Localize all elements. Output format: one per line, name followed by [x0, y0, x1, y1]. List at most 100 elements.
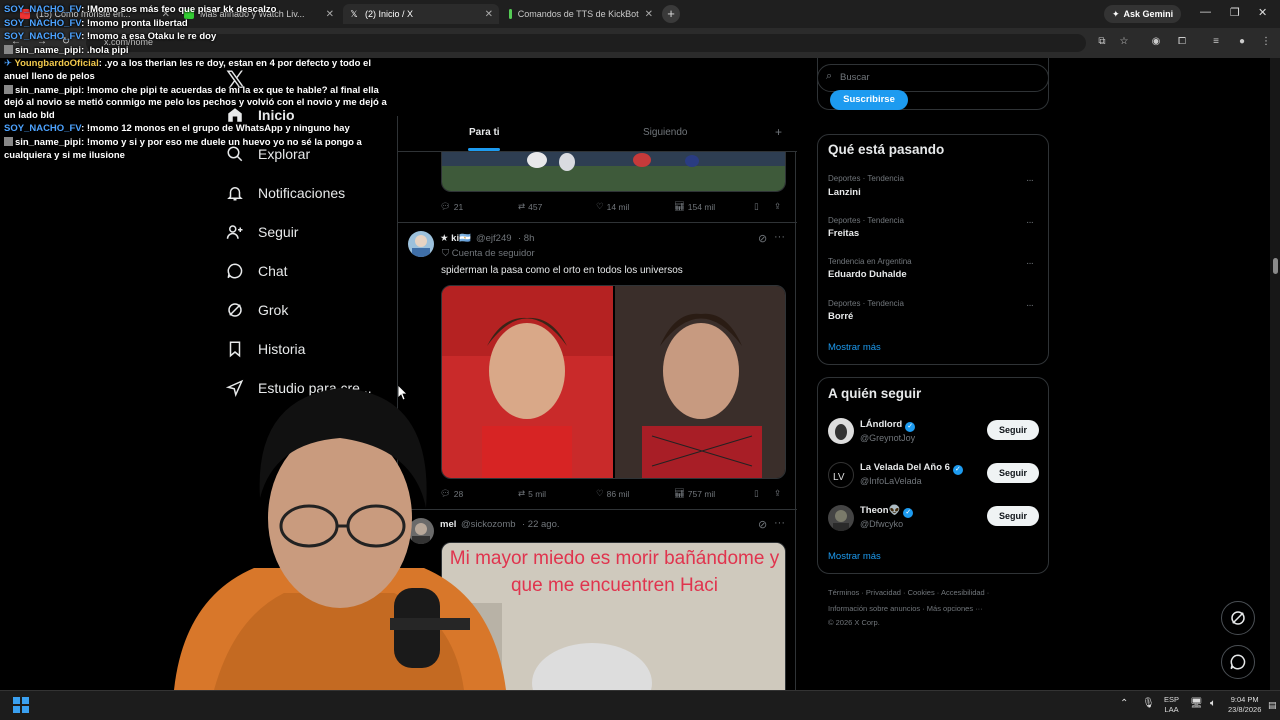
chat-message: SOY_NACHO_FV: !momo 12 monos en el grupo…: [4, 123, 350, 135]
avatar[interactable]: [828, 418, 854, 444]
trend-category: Deportes · Tendencia: [828, 299, 904, 308]
more-options-icon[interactable]: ···: [1026, 258, 1034, 269]
nav-seguir[interactable]: Seguir: [226, 219, 298, 245]
more-options-icon[interactable]: ···: [774, 231, 785, 243]
nav-historia[interactable]: Historia: [226, 336, 305, 362]
chat-fab-button[interactable]: [1221, 645, 1255, 679]
verified-badge-icon: ✓: [952, 465, 963, 475]
trend-item[interactable]: Freitas: [828, 228, 859, 239]
close-tab-icon[interactable]: ✕: [645, 9, 653, 20]
avatar[interactable]: LV: [828, 462, 854, 488]
subscribe-button[interactable]: Suscribirse: [830, 90, 908, 110]
more-options-icon[interactable]: ···: [1026, 175, 1034, 186]
person-add-icon: [226, 225, 243, 239]
network-icon[interactable]: 🖥︎: [1190, 699, 1203, 709]
bookmark-post-icon[interactable]: ▯: [754, 488, 759, 499]
volume-icon[interactable]: 🔈︎: [1210, 699, 1216, 709]
reply-button[interactable]: 💬︎ 21: [440, 201, 463, 212]
nav-notificaciones[interactable]: Notificaciones: [226, 180, 345, 206]
puzzle-icon[interactable]: ⧠: [1176, 36, 1188, 48]
chat-badge-icon: [4, 136, 13, 146]
profile-avatar[interactable]: ●: [1236, 36, 1248, 48]
who-to-follow-title: A quién seguir: [828, 386, 922, 401]
views-button[interactable]: 📊︎ 154 mil: [674, 201, 715, 212]
post-time[interactable]: · 22 ago.: [522, 519, 560, 530]
avatar-image: [835, 424, 847, 440]
scrollbar-thumb[interactable]: [1273, 258, 1278, 274]
ask-gemini-button[interactable]: ✦ Ask Gemini: [1104, 5, 1182, 23]
bookmark-star-icon[interactable]: ☆: [1118, 36, 1130, 48]
follow-suggestion-handle: @Dfwcyko: [860, 519, 904, 529]
footer-links[interactable]: Información sobre anuncios · Más opcione…: [828, 604, 983, 613]
microphone-icon[interactable]: 🎙︎: [1142, 699, 1155, 709]
post-media-image[interactable]: [441, 152, 786, 192]
close-window-icon[interactable]: ✕: [1258, 6, 1267, 19]
views-button[interactable]: 📊︎ 757 mil: [674, 488, 715, 499]
nav-chat[interactable]: Chat: [226, 258, 288, 284]
nav-grok[interactable]: Grok: [226, 297, 288, 323]
tab-siguiendo[interactable]: Siguiendo: [643, 127, 687, 138]
trend-item[interactable]: Eduardo Duhalde: [828, 269, 907, 280]
like-button[interactable]: ♡ 86 mil: [596, 488, 629, 499]
more-options-icon[interactable]: ···: [1026, 300, 1034, 311]
share-icon[interactable]: ⇪: [774, 201, 781, 212]
avatar-image: LV: [833, 472, 845, 483]
grok-post-icon[interactable]: ⊘: [758, 232, 767, 245]
follow-suggestion-name[interactable]: La Velada Del Año 6 ✓: [860, 462, 963, 475]
active-tab-indicator: [468, 148, 500, 151]
follow-suggestion-name[interactable]: LÁndlord ✓: [860, 419, 916, 432]
grok-fab-button[interactable]: [1221, 601, 1255, 635]
follow-button[interactable]: Seguir: [987, 506, 1039, 526]
avatar[interactable]: [408, 231, 434, 257]
clock[interactable]: 9:04 PM 23/8/2026: [1228, 695, 1261, 715]
windows-start-icon[interactable]: [13, 697, 29, 713]
bookmark-icon: [229, 341, 241, 358]
follow-button[interactable]: Seguir: [987, 420, 1039, 440]
language-indicator[interactable]: ESP LAA: [1164, 695, 1179, 715]
trending-title: Qué está pasando: [828, 142, 945, 157]
menu-icon[interactable]: ⋮: [1260, 36, 1272, 48]
notification-icon[interactable]: ▤: [1268, 700, 1277, 710]
new-tab-button[interactable]: +: [662, 5, 680, 23]
sparkle-icon: ✦: [1112, 8, 1120, 19]
share-icon[interactable]: ⇪: [774, 488, 781, 499]
grok-post-icon[interactable]: ⊘: [758, 518, 767, 531]
trend-item[interactable]: Borré: [828, 311, 853, 322]
trend-item[interactable]: Lanzini: [828, 187, 861, 198]
add-tab-icon[interactable]: +: [775, 125, 782, 139]
close-tab-icon[interactable]: ✕: [485, 9, 493, 20]
trend-category: Tendencia en Argentina: [828, 257, 912, 266]
post-time[interactable]: · 8h: [518, 233, 534, 244]
footer-links[interactable]: Términos · Privacidad · Cookies · Accesi…: [828, 588, 989, 597]
tab-para-ti[interactable]: Para ti: [469, 127, 500, 138]
post-author-handle[interactable]: @ejf249: [476, 233, 512, 244]
windows-logo: [13, 697, 29, 713]
repost-button[interactable]: ⇄ 457: [518, 201, 542, 212]
show-more-follow-link[interactable]: Mostrar más: [828, 551, 881, 562]
minimize-icon[interactable]: —: [1200, 6, 1211, 18]
football-pitch-image: [442, 152, 785, 191]
maximize-icon[interactable]: ❐: [1230, 6, 1240, 19]
follow-suggestion-name[interactable]: Theon👽 ✓: [860, 505, 914, 518]
who-to-follow-box: A quién seguir LÁndlord ✓ @GreynotJoy Seg…: [817, 377, 1049, 574]
avatar[interactable]: [828, 505, 854, 531]
chat-badge-icon: [4, 84, 13, 94]
page-scrollbar[interactable]: [1270, 58, 1280, 690]
bookmark-post-icon[interactable]: ▯: [754, 201, 759, 212]
tab-search-icon[interactable]: ≡: [1210, 36, 1222, 48]
svg-text:LV: LV: [833, 472, 845, 483]
follow-button[interactable]: Seguir: [987, 463, 1039, 483]
chat-badge-icon: [4, 44, 13, 54]
tray-chevron-icon[interactable]: ⌃: [1120, 699, 1128, 709]
like-button[interactable]: ♡ 14 mil: [596, 201, 629, 212]
more-options-icon[interactable]: ···: [774, 517, 785, 529]
extension-icon[interactable]: ◉: [1150, 36, 1162, 48]
trending-box: Qué está pasando Deportes · Tendencia La…: [817, 134, 1049, 365]
post-author-name[interactable]: ★ ki🇦🇷: [440, 233, 471, 244]
trend-category: Deportes · Tendencia: [828, 216, 904, 225]
show-more-trends-link[interactable]: Mostrar más: [828, 342, 881, 353]
more-options-icon[interactable]: ···: [1026, 217, 1034, 228]
install-icon[interactable]: ⧉: [1096, 36, 1108, 48]
browser-tab[interactable]: Comandos de TTS de KickBot ✕: [503, 4, 659, 24]
avatar-image: [412, 235, 430, 257]
